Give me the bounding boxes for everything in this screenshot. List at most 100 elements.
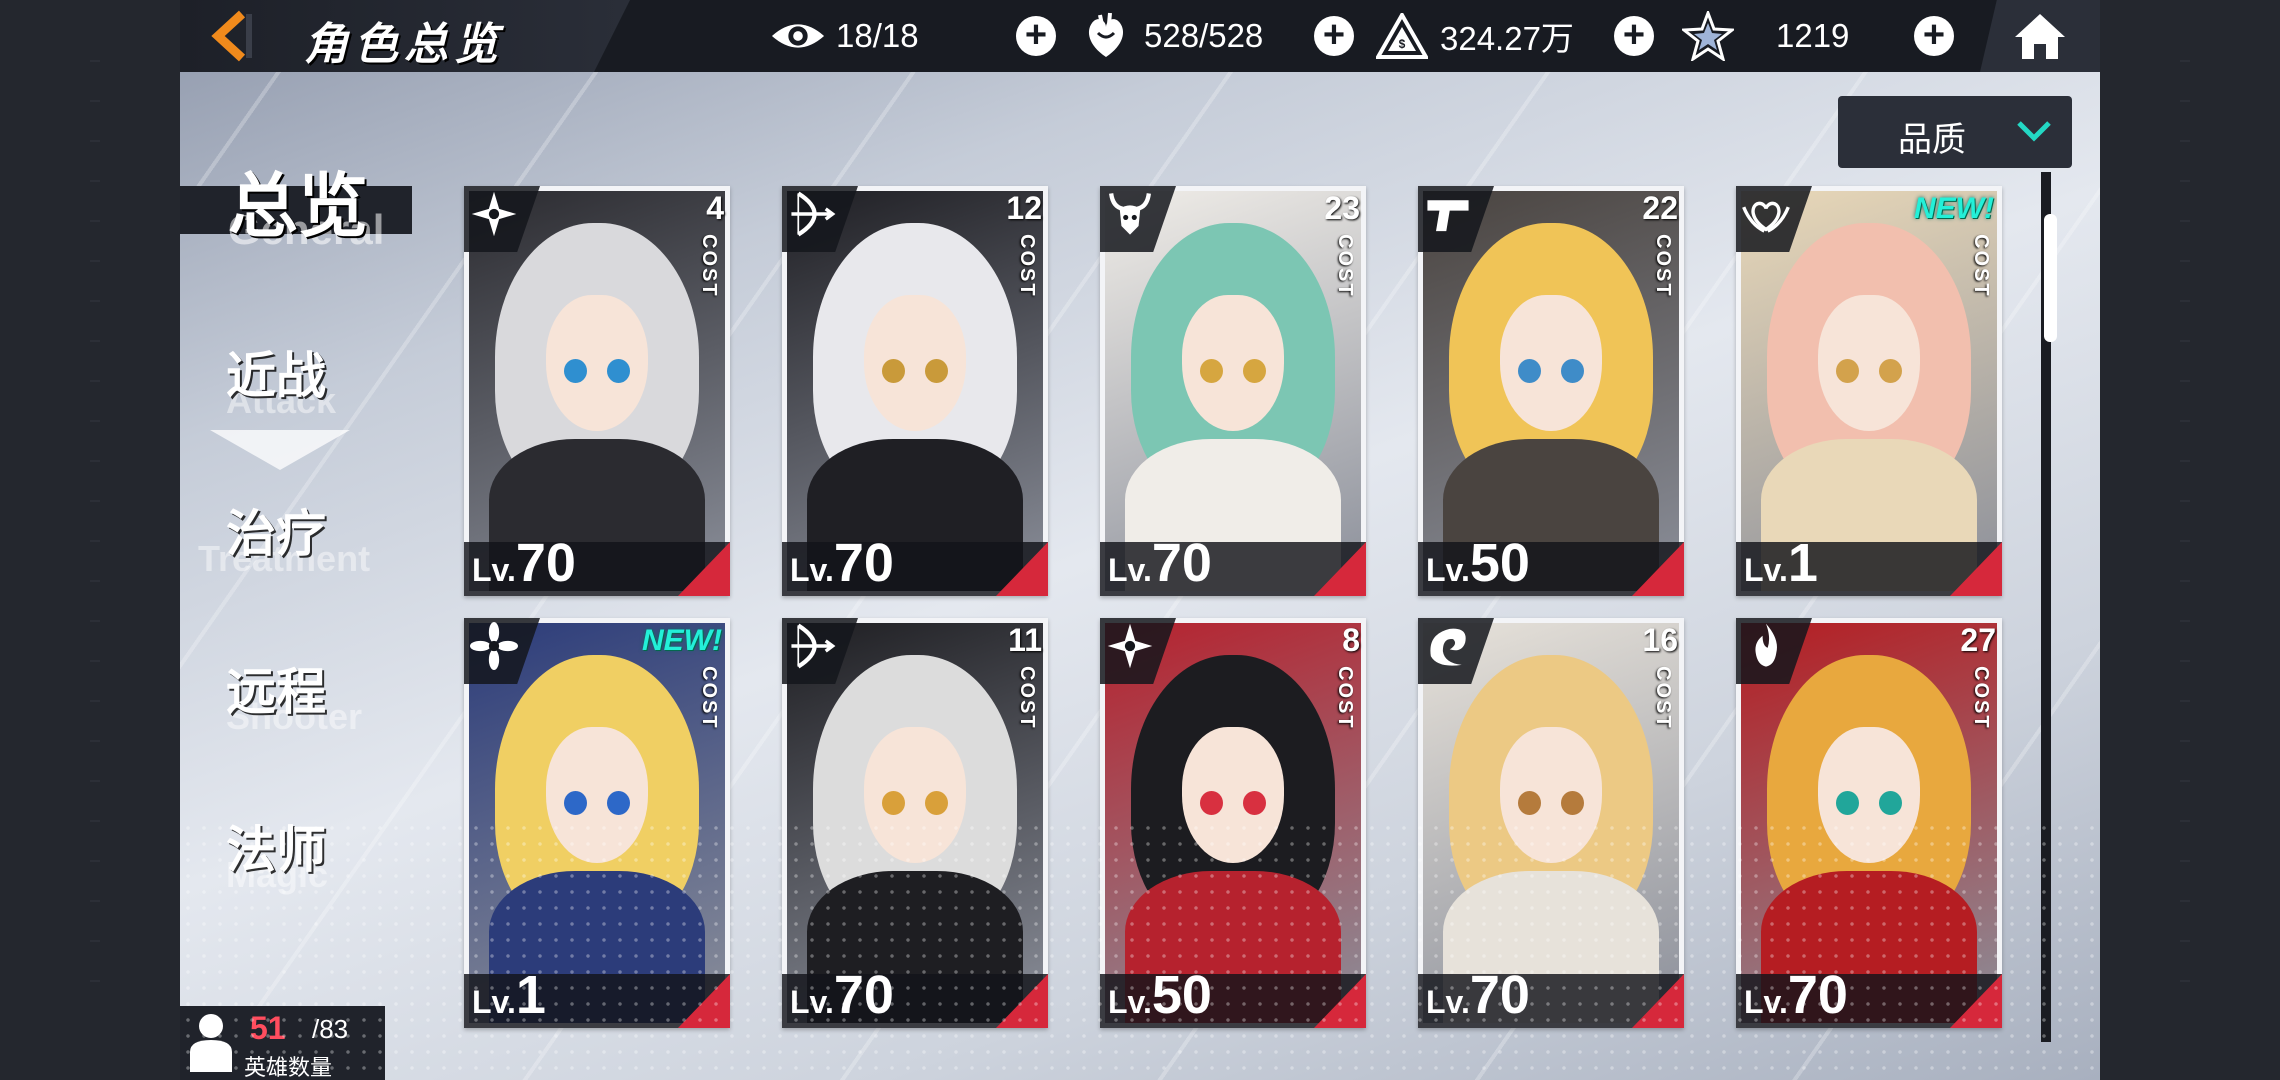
character-card-7[interactable]: 11 COST Lv.70 [782,618,1048,1028]
cost-label: COST [1016,666,1038,730]
cost-value: 16 [1642,622,1678,658]
level-prefix: Lv. [472,552,516,588]
level-bar: Lv.70 [1100,533,1366,596]
level-bar: Lv.1 [1736,533,2002,596]
level-value: 70 [833,533,894,593]
roster-stage: 角色总览 18/18 + 528/528 + $ 324.27万 + 1219 … [180,0,2100,1080]
character-card-8[interactable]: 8 COST Lv.50 [1100,618,1366,1028]
add-stamina-button[interactable]: + [1016,16,1056,56]
nav-attack-cn: 近战 [226,348,326,404]
level-bar: Lv.50 [1100,965,1366,1028]
nav-treatment-tab[interactable]: Treatment 治疗 [180,494,430,604]
home-icon [2015,14,2065,59]
nav-magic-tab[interactable]: Magic 法师 [180,810,430,920]
character-card-9[interactable]: 16 COST Lv.70 [1418,618,1684,1028]
nav-attack-tab[interactable]: Attack 近战 [180,336,430,470]
level-value: 70 [1151,533,1212,593]
character-card-4[interactable]: 22 COST Lv.50 [1418,186,1684,596]
star-value: 1219 [1776,17,1850,54]
hero-count-max: /83 [312,1014,349,1044]
nav-general-cn: 总览 [228,167,368,245]
level-text: Lv.1 [1744,532,1818,594]
level-prefix: Lv. [1108,984,1152,1020]
resource-heart: 528/528 [1078,0,1264,72]
anatomical-heart-icon [1078,8,1134,64]
cost-label: COST [698,234,720,298]
level-value: 50 [1151,965,1212,1025]
level-text: Lv.70 [1426,964,1530,1026]
level-bar: Lv.1 [464,965,730,1028]
page-title: 角色总览 [304,20,504,69]
new-badge: NEW! [1914,192,1994,225]
scrollbar-thumb[interactable] [2044,214,2057,342]
level-text: Lv.70 [1744,964,1848,1026]
nav-magic-en: Magic [226,854,329,895]
nav-general-tab[interactable]: General 总览 [180,167,412,253]
add-star-button[interactable]: + [1914,16,1954,56]
cost-indicator: 8 COST [1320,622,1360,730]
character-card-10[interactable]: 27 COST Lv.70 [1736,618,2002,1028]
stamina-value: 18/18 [836,17,919,54]
level-text: Lv.70 [1108,532,1212,594]
hero-count-label: 英雄数量 [244,1055,333,1080]
resource-stamina: 18/18 [770,0,956,72]
triangle-coin-icon: $ [1374,8,1430,64]
level-text: Lv.70 [790,964,894,1026]
quality-filter-label: 品质 [1898,121,1966,159]
eye-icon [770,8,826,64]
cost-label: COST [1970,234,1992,298]
level-text: Lv.70 [472,532,576,594]
cost-value: 12 [1006,190,1042,226]
cost-indicator: 22 COST [1638,190,1678,298]
game-screen: 角色总览 18/18 + 528/528 + $ 324.27万 + 1219 … [0,0,2280,1080]
cost-label: COST [1652,666,1674,730]
hero-count-panel: 51 /83 英雄数量 [180,1006,385,1080]
svg-text:$: $ [1399,37,1406,51]
character-card-6[interactable]: COST NEW! Lv.1 [464,618,730,1028]
level-value: 50 [1469,533,1530,593]
chevron-down-icon [2017,121,2051,142]
character-card-3[interactable]: 23 COST Lv.70 [1100,186,1366,596]
character-card-1[interactable]: 4 COST Lv.70 [464,186,730,596]
cost-label: COST [698,666,720,730]
resource-currency: $ 324.27万 [1374,0,1574,72]
quality-filter-dropdown[interactable]: 品质 [1838,96,2072,168]
level-prefix: Lv. [1426,984,1470,1020]
add-currency-button[interactable]: + [1614,16,1654,56]
nav-shooter-tab[interactable]: Shooter 远程 [180,652,430,762]
cost-value: 23 [1324,190,1360,226]
selection-chevron [210,430,350,470]
cost-value: 11 [1008,622,1042,658]
character-card-2[interactable]: 12 COST Lv.70 [782,186,1048,596]
cost-indicator: 27 COST [1956,622,1996,730]
cost-label: COST [1016,234,1038,298]
level-value: 70 [515,533,576,593]
level-prefix: Lv. [1108,552,1152,588]
cost-label: COST [1970,666,1992,730]
cost-value: 4 [706,190,724,226]
level-bar: Lv.70 [782,533,1048,596]
cost-value: 8 [1342,622,1360,658]
home-button[interactable] [1980,0,2100,72]
top-bar: 角色总览 18/18 + 528/528 + $ 324.27万 + 1219 … [180,0,2100,72]
add-heart-button[interactable]: + [1314,16,1354,56]
level-prefix: Lv. [790,552,834,588]
back-button[interactable] [202,10,262,62]
back-arrow-icon [211,10,252,62]
currency-value: 324.27万 [1440,20,1574,57]
level-prefix: Lv. [1426,552,1470,588]
level-value: 70 [1469,965,1530,1025]
level-text: Lv.70 [790,532,894,594]
character-card-5[interactable]: COST NEW! Lv.1 [1736,186,2002,596]
resource-star: 1219 [1680,0,1896,72]
cost-indicator: 12 COST [1002,190,1042,298]
level-prefix: Lv. [1744,552,1788,588]
level-prefix: Lv. [1744,984,1788,1020]
cost-indicator: 23 COST [1320,190,1360,298]
heart-value: 528/528 [1144,17,1264,54]
cost-label: COST [1334,234,1356,298]
level-bar: Lv.70 [1418,965,1684,1028]
new-badge: NEW! [642,624,722,657]
star-gem-icon [1680,8,1736,64]
level-bar: Lv.50 [1418,533,1684,596]
